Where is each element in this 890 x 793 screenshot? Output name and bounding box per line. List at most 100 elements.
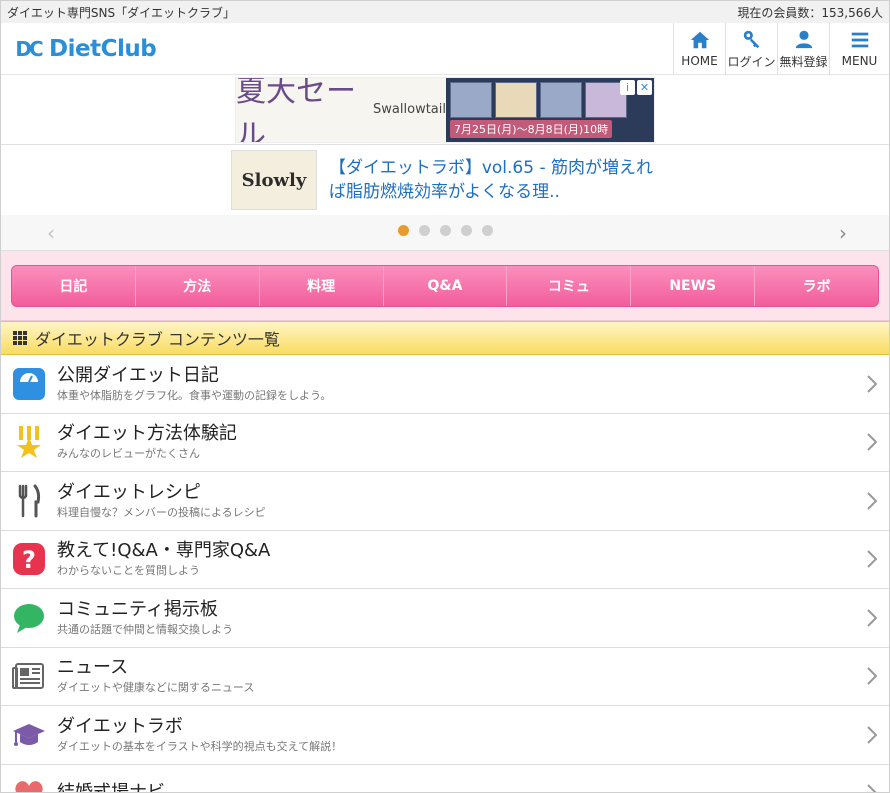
item-text: ダイエットレシピ料理自慢な？メンバーの投稿によるレシピ [57, 481, 266, 521]
ad-creative[interactable]: 夏大セール Swallowtail 7月25日(月)〜8月8日(月)10時 i … [235, 76, 655, 143]
item-title: コミュニティ掲示板 [57, 598, 218, 620]
nav-login-button[interactable]: ログイン [725, 22, 777, 75]
nav-home-label: HOME [681, 54, 718, 68]
item-title: 結婚式場ナビ [57, 782, 165, 793]
ad-close-icon[interactable]: ✕ [637, 79, 652, 95]
carousel-dot[interactable] [418, 225, 430, 236]
tab-item[interactable]: コミュ [506, 266, 630, 306]
chevron-right-icon [867, 433, 878, 451]
grid-icon [13, 331, 27, 345]
chevron-right-icon [867, 609, 878, 627]
list-item[interactable]: 結婚式場ナビ [1, 765, 889, 793]
item-text: コミュニティ掲示板共通の話題で仲間と情報交換しよう [57, 598, 233, 638]
carousel-dot[interactable] [460, 225, 472, 236]
carousel-next-icon[interactable]: › [839, 221, 847, 245]
item-text: 公開ダイエット日記体重や体脂肪をグラフ化。食事や運動の記録をしよう。 [57, 364, 331, 404]
ad-info-icon[interactable]: i [620, 79, 635, 95]
slide-title: 【ダイエットラボ】vol.65 - 筋肉が増えれば脂肪燃焼効率がよくなる理.. [329, 158, 653, 202]
key-icon [743, 30, 759, 48]
ad-brand: Swallowtail [373, 102, 446, 117]
carousel-dot[interactable] [439, 225, 451, 236]
item-desc: わからないことを質問しよう [57, 564, 200, 578]
ad-headline: 夏大セール [236, 76, 356, 143]
list-item[interactable]: ダイエット方法体験記みんなのレビューがたくさん [1, 414, 889, 472]
ad-banner: 夏大セール Swallowtail 7月25日(月)〜8月8日(月)10時 i … [1, 75, 889, 145]
category-tabs-wrap: 日記 方法 料理 Q&A コミュ NEWS ラボ [1, 251, 889, 321]
content-list: 公開ダイエット日記体重や体脂肪をグラフ化。食事や運動の記録をしよう。ダイエット方… [1, 355, 889, 793]
chevron-right-icon [867, 726, 878, 744]
carousel-dots [1, 225, 889, 236]
carousel-dot[interactable] [481, 225, 493, 236]
site-tagline: ダイエット専門SNS「ダイエットクラブ」 [7, 5, 235, 20]
ad-headline-area: 夏大セール Swallowtail [236, 78, 446, 142]
chevron-right-icon [867, 492, 878, 510]
speech-bubble-icon [11, 600, 47, 636]
logo-mark: DC [11, 33, 45, 65]
member-count: 現在の会員数：153,566人 [737, 5, 883, 20]
carousel-dot[interactable] [397, 225, 409, 236]
scale-icon [11, 366, 47, 402]
item-title: 教えて!Q&A・専門家Q&A [57, 540, 271, 562]
item-title: ダイエットレシピ [57, 481, 201, 503]
ad-controls: i ✕ [618, 79, 652, 96]
item-title: ダイエット方法体験記 [57, 423, 237, 445]
nav-register-button[interactable]: 無料登録 [777, 22, 829, 75]
chevron-right-icon [867, 375, 878, 393]
chevron-right-icon [867, 784, 877, 792]
tab-item[interactable]: 日記 [12, 266, 135, 306]
nav-menu-button[interactable]: MENU [829, 22, 889, 75]
item-desc: 料理自慢な？メンバーの投稿によるレシピ [57, 505, 266, 519]
item-title: ダイエットラボ [57, 715, 183, 737]
star-ribbon-icon [11, 424, 47, 460]
ad-photo [495, 81, 537, 118]
featured-carousel: Slowly 【ダイエットラボ】vol.65 - 筋肉が増えれば脂肪燃焼効率がよ… [1, 145, 889, 251]
item-text: 教えて!Q&A・専門家Q&A わからないことを質問しよう [57, 539, 270, 579]
tab-item[interactable]: 方法 [134, 266, 259, 306]
site-logo[interactable]: DC DietClub [1, 33, 156, 65]
tab-item[interactable]: NEWS [630, 266, 754, 306]
section-title: ダイエットクラブ コンテンツ一覧 [35, 330, 280, 349]
newspaper-icon [11, 658, 47, 694]
item-desc: ダイエットの基本をイラストや科学的視点も交えて解説！ [57, 739, 343, 753]
list-item[interactable]: ニュースダイエットや健康などに関するニュース [1, 648, 889, 706]
list-item[interactable]: ダイエットレシピ料理自慢な？メンバーの投稿によるレシピ [1, 472, 889, 531]
category-tabs: 日記 方法 料理 Q&A コミュ NEWS ラボ [11, 265, 879, 307]
page-frame: ダイエット専門SNS「ダイエットクラブ」 現在の会員数：153,566人 DC … [0, 0, 890, 793]
item-text: 結婚式場ナビ [57, 781, 165, 793]
home-icon [690, 31, 709, 49]
item-desc: 共通の話題で仲間と情報交換しよう [57, 622, 233, 636]
logo-mark-text: DC [15, 36, 43, 61]
list-item[interactable]: ダイエットラボダイエットの基本をイラストや科学的視点も交えて解説！ [1, 706, 889, 765]
list-item[interactable]: 公開ダイエット日記体重や体脂肪をグラフ化。食事や運動の記録をしよう。 [1, 355, 889, 414]
site-header: DC DietClub HOME ログイン 無料登録 MENU [1, 22, 889, 75]
ad-photo [450, 81, 492, 118]
carousel-slide[interactable]: Slowly 【ダイエットラボ】vol.65 - 筋肉が増えれば脂肪燃焼効率がよ… [1, 145, 889, 215]
fork-knife-icon [11, 483, 47, 519]
section-header: ダイエットクラブ コンテンツ一覧 [1, 321, 889, 355]
graduation-cap-icon [11, 717, 47, 753]
item-desc: 体重や体脂肪をグラフ化。食事や運動の記録をしよう。 [57, 388, 332, 402]
ad-date: 7月25日(月)〜8月8日(月)10時 [450, 119, 613, 138]
nav-menu-label: MENU [841, 54, 878, 68]
item-desc: ダイエットや健康などに関するニュース [57, 681, 255, 695]
item-text: ニュースダイエットや健康などに関するニュース [57, 656, 254, 696]
chevron-right-icon [867, 550, 878, 568]
ad-photo [540, 81, 582, 118]
logo-text: DietClub [49, 35, 157, 62]
nav-home-button[interactable]: HOME [673, 22, 725, 75]
list-item[interactable]: コミュニティ掲示板共通の話題で仲間と情報交換しよう [1, 589, 889, 648]
top-info-bar: ダイエット専門SNS「ダイエットクラブ」 現在の会員数：153,566人 [1, 1, 889, 23]
nav-register-label: 無料登録 [779, 54, 828, 69]
user-icon [795, 30, 812, 48]
heart-icon [11, 775, 47, 792]
tab-item[interactable]: ラボ [754, 266, 878, 306]
list-item[interactable]: ? 教えて!Q&A・専門家Q&A わからないことを質問しよう [1, 531, 889, 589]
item-desc: みんなのレビューがたくさん [57, 447, 200, 461]
tab-item[interactable]: Q&A [382, 266, 507, 306]
item-title: 公開ダイエット日記 [57, 364, 219, 386]
nav-login-label: ログイン [727, 54, 776, 69]
question-icon: ? [11, 541, 47, 577]
tab-item[interactable]: 料理 [258, 266, 383, 306]
slide-thumbnail: Slowly [231, 150, 317, 210]
item-title: ニュース [57, 657, 129, 679]
